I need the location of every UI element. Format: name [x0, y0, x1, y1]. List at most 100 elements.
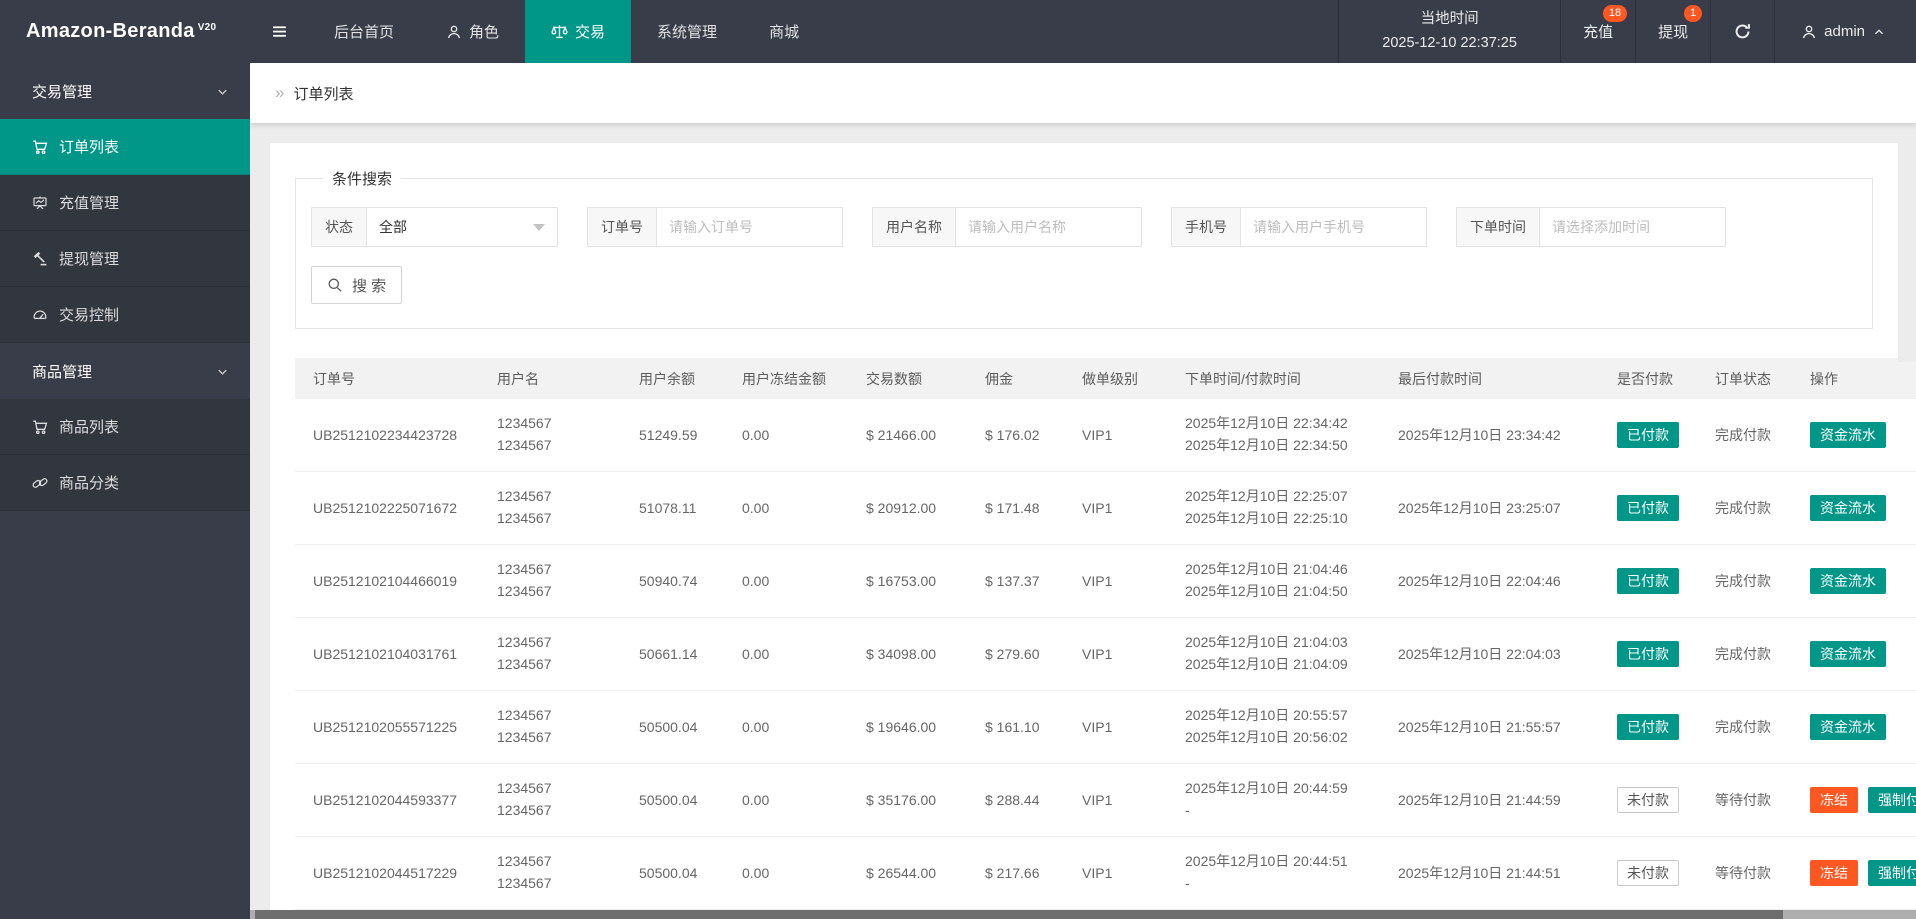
cell-paid: 已付款: [1617, 714, 1715, 740]
cell-level: VIP1: [1082, 792, 1113, 808]
cell-frozen-amount: 0.00: [742, 865, 770, 881]
cell-actions: 资金流水: [1810, 714, 1916, 740]
cell-commission: $ 217.66: [985, 865, 1040, 881]
nav-item-label: 商城: [769, 24, 800, 41]
local-time-block: 当地时间 2025-12-10 22:37:25: [1338, 0, 1560, 63]
cell-order-pay-time: 2025年12月10日 20:44:51 -: [1185, 851, 1398, 894]
cell-commission: $ 288.44: [985, 792, 1040, 808]
nav-item-mall[interactable]: 商城: [743, 0, 825, 63]
sidebar-group-trade-management[interactable]: 交易管理: [0, 63, 250, 119]
cell-frozen-amount: 0.00: [742, 427, 770, 443]
order-time-input[interactable]: [1540, 208, 1725, 246]
fund-flow-button[interactable]: 资金流水: [1810, 568, 1886, 594]
cell-order-no: UB2512102225071672: [313, 500, 458, 516]
username-input[interactable]: [956, 208, 1141, 246]
cell-actions: 资金流水: [1810, 422, 1916, 448]
cell-commission: $ 176.02: [985, 427, 1040, 443]
cell-paid: 已付款: [1617, 568, 1715, 594]
fund-flow-button[interactable]: 资金流水: [1810, 714, 1886, 740]
cell-actions: 资金流水: [1810, 495, 1916, 521]
search-icon: [327, 277, 343, 293]
page-title: 订单列表: [293, 85, 354, 103]
order-time-filter-group: 下单时间: [1456, 207, 1726, 247]
cell-balance: 51078.11: [639, 500, 697, 516]
order-no-input[interactable]: [657, 208, 842, 246]
fund-flow-button[interactable]: 资金流水: [1810, 641, 1886, 667]
nav-item-roles[interactable]: 角色: [420, 0, 525, 63]
cell-last-pay-time: 2025年12月10日 21:44:51: [1398, 865, 1561, 881]
cell-frozen-amount: 0.00: [742, 719, 770, 735]
sidebar-toggle-button[interactable]: [250, 0, 308, 63]
table-row: UB2512102234423728 1234567 1234567 51249…: [295, 399, 1916, 472]
sidebar-item-product-category[interactable]: 商品分类: [0, 455, 250, 511]
nav-item-trade[interactable]: 交易: [525, 0, 632, 63]
username-line-2: 1234567: [497, 510, 552, 526]
search-button-label: 搜 索: [352, 277, 387, 295]
nav-item-home[interactable]: 后台首页: [308, 0, 420, 63]
sidebar-item-label: 交易控制: [59, 307, 120, 324]
username-line-1: 1234567: [497, 561, 552, 578]
cell-order-status: 完成付款: [1715, 573, 1771, 589]
refresh-button[interactable]: [1710, 0, 1774, 63]
cell-username: 1234567 1234567: [497, 559, 639, 602]
cell-actions: 资金流水: [1810, 568, 1916, 594]
dropdown-arrow-icon: [533, 223, 545, 231]
cell-order-status: 完成付款: [1715, 646, 1771, 662]
phone-input[interactable]: [1241, 208, 1426, 246]
sidebar-item-order-list[interactable]: 订单列表: [0, 119, 250, 175]
status-selected-value: 全部: [379, 219, 407, 235]
chevron-down-icon: [215, 84, 230, 99]
order-time-line: 2025年12月10日 20:44:59: [1185, 780, 1348, 797]
col-header-order-pay-time: 下单时间/付款时间: [1185, 370, 1301, 387]
cell-order-pay-time: 2025年12月10日 20:44:59 -: [1185, 778, 1398, 821]
order-time-line: 2025年12月10日 21:04:46: [1185, 561, 1348, 578]
cell-last-pay-time: 2025年12月10日 21:44:59: [1398, 792, 1561, 808]
search-button[interactable]: 搜 索: [311, 266, 403, 304]
freeze-button[interactable]: 冻结: [1810, 860, 1858, 886]
cell-order-status: 等待付款: [1715, 865, 1771, 881]
cell-commission: $ 279.60: [985, 646, 1040, 662]
username-line-1: 1234567: [497, 780, 552, 797]
cell-commission: $ 171.48: [985, 500, 1040, 516]
withdraw-nav-button[interactable]: 提现 1: [1635, 0, 1710, 63]
status-select[interactable]: 全部: [367, 208, 557, 246]
cell-trade-amount: $ 26544.00: [866, 865, 937, 881]
sidebar-item-withdraw-management[interactable]: 提现管理: [0, 231, 250, 287]
username-line-1: 1234567: [497, 488, 552, 505]
cell-balance: 50500.04: [639, 719, 698, 735]
user-menu-button[interactable]: admin: [1774, 0, 1916, 63]
cell-username: 1234567 1234567: [497, 413, 639, 456]
horizontal-scrollbar-thumb[interactable]: [255, 910, 1783, 919]
pay-state-badge: 已付款: [1617, 714, 1679, 740]
cell-last-pay-time: 2025年12月10日 22:04:03: [1398, 646, 1561, 662]
cell-level: VIP1: [1082, 865, 1113, 881]
pay-time-line: -: [1185, 875, 1190, 891]
cell-actions: 资金流水: [1810, 641, 1916, 667]
breadcrumb-separator: »: [275, 83, 285, 102]
force-pay-button[interactable]: 强制付款: [1868, 860, 1916, 886]
sidebar-item-product-list[interactable]: 商品列表: [0, 399, 250, 455]
force-pay-button[interactable]: 强制付款: [1868, 787, 1916, 813]
sidebar-item-trade-control[interactable]: 交易控制: [0, 287, 250, 343]
username-line-2: 1234567: [497, 656, 552, 672]
cell-level: VIP1: [1082, 573, 1113, 589]
cell-username: 1234567 1234567: [497, 486, 639, 529]
nav-item-system[interactable]: 系统管理: [631, 0, 743, 63]
status-label: 状态: [312, 208, 367, 246]
fund-flow-button[interactable]: 资金流水: [1810, 422, 1886, 448]
fund-flow-button[interactable]: 资金流水: [1810, 495, 1886, 521]
top-navbar-right: 当地时间 2025-12-10 22:37:25 充值 18 提现 1 admi…: [1338, 0, 1916, 63]
cell-commission: $ 161.10: [985, 719, 1040, 735]
freeze-button[interactable]: 冻结: [1810, 787, 1858, 813]
recharge-nav-button[interactable]: 充值 18: [1560, 0, 1635, 63]
cell-commission: $ 137.37: [985, 573, 1040, 589]
username-line-2: 1234567: [497, 729, 552, 745]
withdraw-count-badge: 1: [1684, 5, 1703, 22]
username-line-1: 1234567: [497, 853, 552, 870]
sidebar-group-product-management[interactable]: 商品管理: [0, 343, 250, 399]
top-navbar: Amazon-Beranda V20 后台首页 角色 交易 系统管理 商城 当地…: [0, 0, 1916, 63]
username-line-2: 1234567: [497, 437, 552, 453]
cell-username: 1234567 1234567: [497, 778, 639, 821]
pay-state-badge: 已付款: [1617, 641, 1679, 667]
sidebar-item-recharge-management[interactable]: 充值管理: [0, 175, 250, 231]
